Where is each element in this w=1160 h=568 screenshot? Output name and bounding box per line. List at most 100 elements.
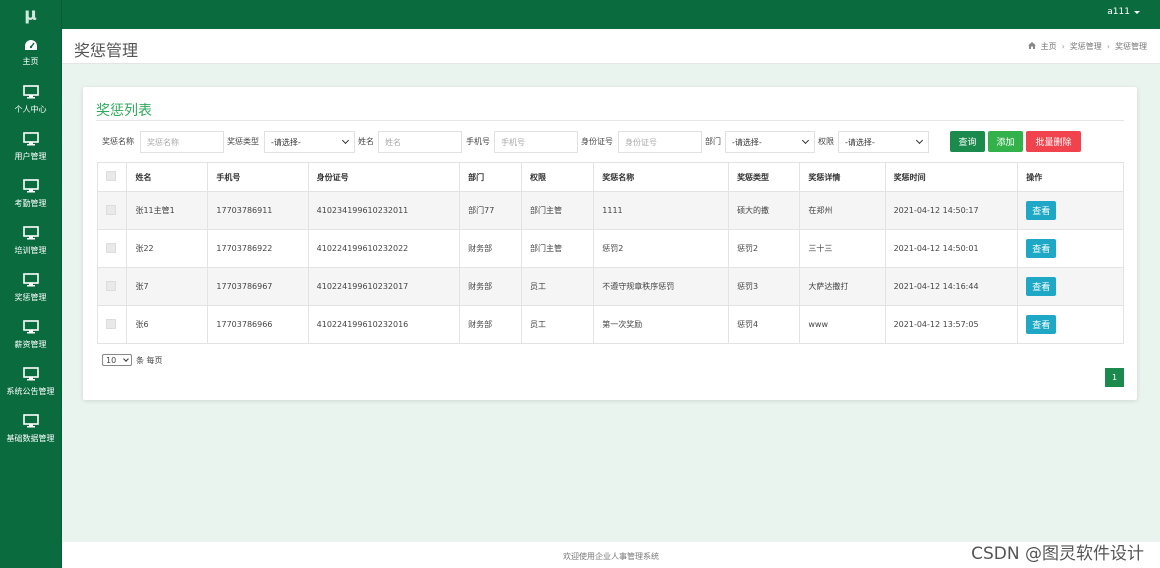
reward-name-input[interactable] <box>140 131 224 153</box>
row-checkbox[interactable] <box>106 242 116 253</box>
cell-title: 1111 <box>593 191 730 230</box>
role-label: 权限 <box>818 137 834 146</box>
view-button[interactable]: 查看 <box>1026 277 1057 296</box>
cell-id: 410224199610232022 <box>307 229 461 268</box>
cell-title: 不遵守规章秩序惩罚 <box>593 267 730 306</box>
reward-type-select[interactable]: -请选择- <box>264 131 355 153</box>
page-size-select[interactable]: 10 <box>102 354 132 366</box>
person-label: 姓名 <box>358 137 374 146</box>
cell-action: 查看 <box>1017 191 1124 230</box>
name-label: 奖惩名称 <box>102 137 134 146</box>
page-size-suffix: 条 每页 <box>136 355 163 365</box>
monitor-icon <box>22 84 39 99</box>
phone-input[interactable] <box>494 131 578 153</box>
sidebar-item-label: 薪资管理 <box>14 339 47 349</box>
column-header: 姓名 <box>126 162 209 192</box>
cell-time: 2021-04-12 14:16:44 <box>884 267 1019 306</box>
cell-detail: 三十三 <box>799 229 886 268</box>
column-header: 操作 <box>1017 162 1124 192</box>
rewards-panel: 奖惩列表 奖惩名称 奖惩类型 -请选择- 姓名 手机号 身份证号 部门 -请选择… <box>83 87 1137 400</box>
cell-phone: 17703786911 <box>207 191 309 230</box>
row-checkbox[interactable] <box>106 318 116 329</box>
sidebar-item-profile[interactable]: 个人中心 <box>0 76 61 123</box>
pagination-page-1[interactable]: 1 <box>1105 368 1124 387</box>
table-row: 张7 17703786967 410224199610232017 财务部 员工… <box>96 267 1124 306</box>
chevron-down-icon <box>801 136 810 145</box>
sidebar-item-base-data[interactable]: 基础数据管理 <box>0 405 61 452</box>
breadcrumb-home[interactable]: 主页 <box>1041 41 1057 52</box>
chevron-down-icon <box>915 136 924 145</box>
select-value: 10 <box>106 355 117 365</box>
view-button[interactable]: 查看 <box>1026 201 1057 220</box>
cell-detail: 大萨达撒打 <box>799 267 886 306</box>
cell-id: 410234199610232011 <box>307 191 461 230</box>
column-header: 奖惩名称 <box>593 162 730 192</box>
divider <box>96 120 1124 121</box>
id-number-input[interactable] <box>618 131 702 153</box>
select-all-checkbox[interactable] <box>106 171 116 181</box>
cell-dept: 财务部 <box>459 267 523 306</box>
cell-type: 惩罚2 <box>728 229 801 268</box>
monitor-icon <box>22 178 39 193</box>
breadcrumb-item[interactable]: 奖惩管理 <box>1070 41 1102 52</box>
monitor-icon <box>22 272 39 287</box>
column-header: 手机号 <box>207 162 309 192</box>
department-select[interactable]: -请选择- <box>725 131 815 153</box>
row-select-cell <box>96 305 128 344</box>
sidebar: μ 主页 个人中心 用户管理 考勤管理 培训管理 奖惩管理 薪资管理 系统公告管… <box>0 0 62 568</box>
batch-delete-button[interactable]: 批量删除 <box>1026 131 1081 152</box>
sidebar-item-rewards[interactable]: 奖惩管理 <box>0 264 61 311</box>
watermark: CSDN @图灵软件设计 <box>971 544 1144 564</box>
sidebar-item-users[interactable]: 用户管理 <box>0 123 61 170</box>
table-header-row: 姓名 手机号 身份证号 部门 权限 奖惩名称 奖惩类型 奖惩详情 奖惩时间 操作 <box>96 162 1124 192</box>
add-button[interactable]: 添加 <box>988 131 1023 152</box>
chevron-down-icon <box>123 356 129 362</box>
column-header: 奖惩时间 <box>884 162 1019 192</box>
home-icon <box>1027 42 1036 51</box>
monitor-icon <box>22 131 39 146</box>
type-label: 奖惩类型 <box>227 137 259 146</box>
sidebar-item-attendance[interactable]: 考勤管理 <box>0 170 61 217</box>
id-label: 身份证号 <box>581 137 613 146</box>
cell-name: 张7 <box>126 267 209 306</box>
sidebar-item-label: 考勤管理 <box>14 198 47 208</box>
cell-action: 查看 <box>1017 305 1124 344</box>
dashboard-icon <box>24 39 38 51</box>
user-menu[interactable]: a111 <box>1107 7 1140 17</box>
cell-id: 410224199610232017 <box>307 267 461 306</box>
column-header: 奖惩详情 <box>799 162 886 192</box>
cell-name: 张6 <box>126 305 209 344</box>
cell-action: 查看 <box>1017 229 1124 268</box>
cell-role: 员工 <box>521 267 595 306</box>
cell-title: 惩罚2 <box>593 229 730 268</box>
person-name-input[interactable] <box>378 131 462 153</box>
sidebar-item-home[interactable]: 主页 <box>0 29 61 76</box>
cell-detail: 在郑州 <box>799 191 886 230</box>
sidebar-item-training[interactable]: 培训管理 <box>0 217 61 264</box>
row-checkbox[interactable] <box>106 204 116 215</box>
cell-time: 2021-04-12 14:50:17 <box>884 191 1019 230</box>
panel-title: 奖惩列表 <box>96 103 152 119</box>
phone-label: 手机号 <box>466 137 490 146</box>
caret-down-icon <box>1134 10 1140 14</box>
query-button[interactable]: 查询 <box>950 131 985 152</box>
role-select[interactable]: -请选择- <box>838 131 929 153</box>
monitor-icon <box>22 319 39 334</box>
top-bar: a111 <box>62 0 1160 29</box>
monitor-icon <box>22 413 39 428</box>
page-title: 奖惩管理 <box>74 41 139 60</box>
cell-name: 张11主管1 <box>126 191 209 230</box>
cell-phone: 17703786922 <box>207 229 309 268</box>
view-button[interactable]: 查看 <box>1026 315 1057 334</box>
sidebar-item-label: 培训管理 <box>14 245 47 255</box>
row-checkbox[interactable] <box>106 280 116 291</box>
sidebar-item-announcements[interactable]: 系统公告管理 <box>0 358 61 405</box>
sidebar-item-label: 个人中心 <box>14 104 47 114</box>
breadcrumb: 主页 › 奖惩管理 › 奖惩管理 <box>1027 41 1147 52</box>
table-row: 张11主管1 17703786911 410234199610232011 部门… <box>96 191 1124 230</box>
view-button[interactable]: 查看 <box>1026 239 1057 258</box>
sidebar-item-salary[interactable]: 薪资管理 <box>0 311 61 358</box>
sidebar-item-label: 主页 <box>22 56 39 66</box>
cell-type: 惩罚4 <box>728 305 801 344</box>
cell-time: 2021-04-12 14:50:01 <box>884 229 1019 268</box>
